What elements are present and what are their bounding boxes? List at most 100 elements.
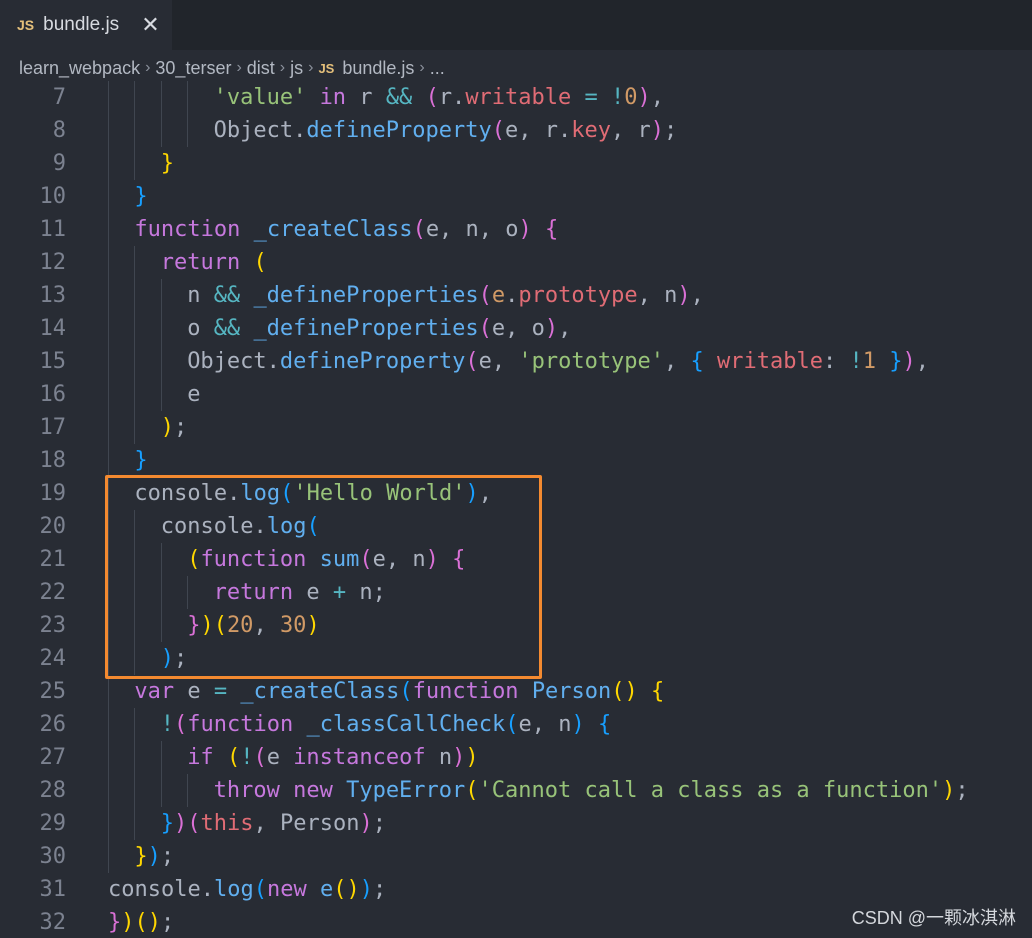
code-line[interactable]: 15 Object.defineProperty(e, 'prototype', … — [0, 345, 1032, 378]
code-line[interactable]: 11 function _createClass(e, n, o) { — [0, 213, 1032, 246]
indent-guide — [187, 576, 189, 609]
code-line[interactable]: 27 if (!(e instanceof n)) — [0, 741, 1032, 774]
code-token: n — [425, 745, 453, 770]
watermark: CSDN @一颗冰淇淋 — [851, 908, 1016, 928]
code-line[interactable]: 29})(this, Person); — [0, 807, 1032, 840]
code-line[interactable]: 21 (function sum(e, n) { — [0, 543, 1032, 576]
code-text: })(20, 30) — [187, 609, 320, 642]
indent-guide — [160, 114, 162, 147]
code-token: 'prototype' — [518, 349, 665, 374]
chevron-right-icon: › — [419, 59, 425, 76]
code-token: { — [452, 547, 466, 572]
code-token: ) — [200, 613, 214, 638]
code-token: : — [823, 349, 850, 374]
indent-guide — [160, 81, 162, 114]
breadcrumb-item-dist[interactable]: dist — [247, 58, 275, 79]
line-number: 23 — [39, 613, 67, 638]
code-text: console.log( — [161, 510, 320, 543]
code-token: { — [597, 712, 612, 737]
line-number: 27 — [39, 745, 67, 770]
code-line[interactable]: 28 throw new TypeError('Cannot call a cla… — [0, 774, 1032, 807]
code-token: ; — [955, 778, 969, 803]
code-token: ) — [902, 349, 916, 374]
code-token: e — [174, 679, 214, 704]
line-number: 32 — [39, 910, 67, 935]
code-line[interactable]: 17); — [0, 411, 1032, 444]
indent-guide — [108, 444, 109, 477]
code-token: { — [545, 217, 559, 242]
code-token: e, n, o — [425, 217, 519, 242]
code-token: , — [558, 316, 572, 341]
code-token: ( — [187, 811, 201, 836]
code-token: , — [253, 613, 280, 638]
breadcrumb-item-js[interactable]: js — [290, 58, 303, 79]
tab-bundle-js[interactable]: JS bundle.js ✕ — [0, 0, 172, 50]
js-file-icon: JS — [17, 17, 35, 33]
code-text: ); — [161, 411, 188, 444]
code-token: , — [690, 283, 704, 308]
code-line[interactable]: 18} — [0, 444, 1032, 477]
code-token: ! — [240, 745, 254, 770]
code-line[interactable]: 10} — [0, 180, 1032, 213]
code-line[interactable]: 7 'value' in r && (r.writable = !0), — [0, 81, 1032, 114]
indent-guide — [160, 576, 162, 609]
code-line[interactable]: 23 })(20, 30) — [0, 609, 1032, 642]
line-number: 13 — [39, 283, 67, 308]
code-line[interactable]: 16 e — [0, 378, 1032, 411]
code-line[interactable]: 14 o && _defineProperties(e, o), — [0, 312, 1032, 345]
code-text: } — [134, 180, 147, 213]
code-token: log — [213, 877, 254, 902]
code-line[interactable]: 13 n && _defineProperties(e.prototype, n)… — [0, 279, 1032, 312]
code-line[interactable]: 22 return e + n; — [0, 576, 1032, 609]
code-token: ( — [425, 85, 439, 110]
code-line[interactable]: 31 console.log(new e()); — [0, 873, 1032, 906]
line-number: 7 — [52, 85, 66, 110]
breadcrumb-more[interactable]: ... — [430, 58, 445, 79]
code-token: ) — [942, 778, 956, 803]
code-token: _createClass — [253, 217, 413, 242]
line-number: 24 — [39, 646, 67, 671]
code-token: var — [134, 679, 175, 704]
code-text: console.log('Hello World'), — [134, 477, 492, 510]
code-token: e — [266, 745, 294, 770]
code-token: _classCallCheck — [306, 712, 506, 737]
indent-guide — [134, 246, 136, 279]
code-line[interactable]: 19 console.log('Hello World'), — [0, 477, 1032, 510]
code-line[interactable]: 30}); — [0, 840, 1032, 873]
indent-guide — [108, 807, 109, 840]
line-number: 25 — [39, 679, 67, 704]
close-icon[interactable]: ✕ — [141, 14, 159, 36]
code-line[interactable]: 20 console.log( — [0, 510, 1032, 543]
code-line[interactable]: 8 Object.defineProperty(e, r.key, r); — [0, 114, 1032, 147]
chevron-right-icon: › — [236, 59, 242, 76]
code-token: = — [213, 679, 228, 704]
code-line[interactable]: 12 return ( — [0, 246, 1032, 279]
code-text: if (!(e instanceof n)) — [187, 741, 478, 774]
breadcrumb-item-30-terser[interactable]: 30_terser — [155, 58, 231, 79]
code-text: ); — [161, 642, 188, 675]
breadcrumb-item-learn-webpack[interactable]: learn_webpack — [19, 58, 140, 79]
code-token: e, o — [491, 316, 545, 341]
chevron-right-icon: › — [279, 59, 286, 76]
code-token: ( — [465, 778, 479, 803]
code-line[interactable]: 25 var e = _createClass(function Person()… — [0, 675, 1032, 708]
indent-guide — [134, 114, 136, 147]
code-line[interactable]: 26 !(function _classCallCheck(e, n) { — [0, 708, 1032, 741]
code-line[interactable]: 9} — [0, 147, 1032, 180]
code-token: ! — [160, 712, 175, 737]
indent-guide — [134, 312, 136, 345]
breadcrumb-item-bundle-js[interactable]: bundle.js — [342, 58, 414, 79]
code-token: () — [134, 910, 162, 935]
code-token: ( — [399, 679, 413, 704]
code-editor[interactable]: 7'value' in r && (r.writable = !0), 8 Obje… — [0, 81, 1032, 938]
line-number: 22 — [39, 580, 67, 605]
code-token: , r — [610, 118, 651, 143]
code-line[interactable]: 24); — [0, 642, 1032, 675]
code-token: writable — [465, 85, 572, 110]
code-token: function — [134, 217, 241, 242]
